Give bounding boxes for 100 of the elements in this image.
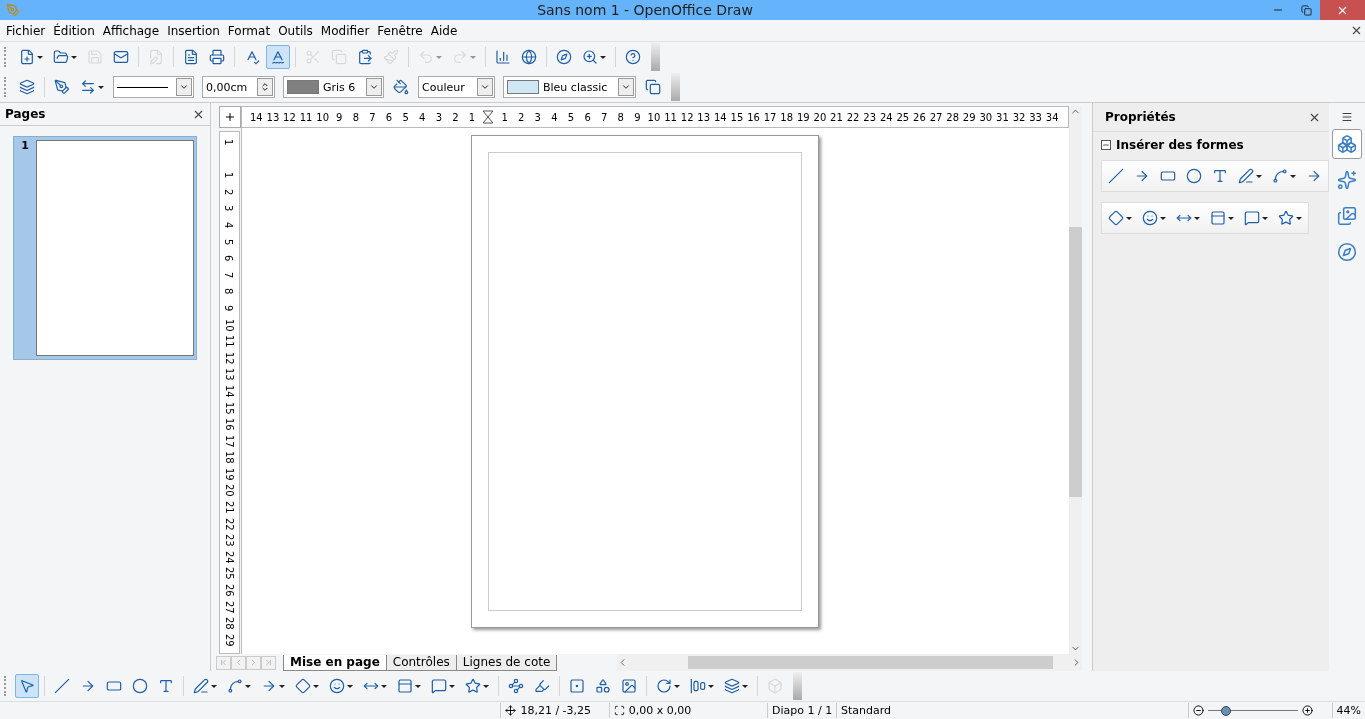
chevron-icon (480, 82, 490, 92)
chevron-icon (621, 82, 631, 92)
deck-tab[interactable] (1332, 129, 1362, 159)
layer-tab[interactable]: Mise en page (283, 654, 387, 671)
caret-icon (1126, 216, 1132, 220)
collapse-toggle[interactable] (1101, 140, 1111, 150)
sidebar-title: Propriétés (1105, 110, 1177, 124)
ruler-number: 30 (978, 111, 994, 123)
caret-icon (1290, 174, 1296, 178)
section-title: Insérer des formes (1116, 138, 1244, 152)
caret-icon (211, 684, 217, 688)
close-document-button[interactable] (1350, 24, 1363, 37)
caret-icon (245, 684, 251, 688)
crosshair-icon (224, 111, 236, 123)
caret-icon (674, 684, 680, 688)
layer-tab[interactable]: Contrôles (385, 654, 457, 671)
ruler-number: 23 (223, 534, 236, 547)
ruler-number: 22 (845, 111, 861, 123)
paint-bucket-icon (393, 79, 409, 95)
star-icon (1278, 210, 1294, 226)
ruler-number: 4 (418, 111, 427, 123)
ruler-number: 25 (223, 567, 236, 581)
scroll-thumb[interactable] (688, 656, 1054, 669)
ruler-number: 2 (451, 111, 460, 123)
line-width-field[interactable]: 0,00cm (202, 76, 275, 98)
ruler-number: 25 (895, 111, 911, 123)
toolbar-overflow-handle[interactable] (671, 73, 680, 101)
caret-icon (37, 55, 43, 59)
layer-tab[interactable]: Lignes de cote (455, 654, 558, 671)
scroll-thumb[interactable] (1069, 227, 1082, 497)
caret-icon (1296, 216, 1302, 220)
page-number: 1 (20, 138, 30, 154)
ruler-number: 12 (223, 351, 236, 365)
toolbar-overflow-handle[interactable] (793, 672, 802, 700)
ruler-number: 9 (335, 111, 344, 123)
menu-item[interactable]: Outils (274, 23, 317, 38)
line-style-select[interactable] (113, 76, 194, 98)
size-text: 0,00 x 0,00 (628, 704, 692, 717)
ruler-number: 26 (223, 583, 236, 597)
ruler-number: 10 (223, 318, 236, 332)
ruler-number: 18 (779, 111, 795, 123)
gallery-icon (1337, 170, 1357, 190)
zoom-in-icon (1302, 705, 1314, 716)
ruler-number: 15 (223, 401, 236, 415)
menu-item[interactable]: Édition (49, 23, 99, 38)
zoom-thumb[interactable] (1221, 705, 1232, 716)
caret-icon (600, 55, 606, 59)
size-icon (613, 705, 625, 716)
ruler-number: 5 (223, 238, 236, 246)
ruler-number: 24 (223, 550, 236, 564)
line-color-select[interactable]: Gris 6 (283, 76, 384, 98)
pencil-curve-icon (1238, 168, 1254, 184)
ruler-number: 16 (746, 111, 761, 123)
area-color-select[interactable]: Bleu classic (503, 76, 636, 98)
line-icon (1108, 168, 1124, 184)
ruler-number: 8 (351, 111, 361, 123)
menu-item[interactable]: Format (223, 23, 275, 38)
menu-item[interactable]: Aide (426, 23, 462, 38)
ruler-number: 1 (467, 111, 477, 123)
ruler-number: 26 (912, 111, 927, 123)
caret-icon (381, 684, 387, 688)
caret-icon (742, 684, 748, 688)
caret-icon (1194, 216, 1200, 220)
sidebar-menu-button[interactable] (1341, 111, 1353, 123)
ruler-number: 13 (696, 111, 712, 123)
menu-item[interactable]: Insertion (163, 23, 224, 38)
ruler-number: 2 (223, 188, 236, 196)
toolbar-overflow-handle[interactable] (651, 43, 660, 71)
ruler-number: 13 (265, 111, 281, 123)
area-style-select[interactable]: Couleur (418, 76, 495, 98)
ruler-number: 19 (223, 467, 236, 481)
first-icon (219, 658, 228, 667)
ruler-number: 14 (223, 384, 236, 398)
callout-icon (1244, 210, 1260, 226)
ruler-number: 11 (298, 111, 314, 123)
caret-icon (1160, 216, 1166, 220)
menu-item[interactable]: Fenêtre (373, 23, 427, 38)
ruler-number: 21 (829, 111, 844, 123)
spinner-icon (260, 82, 270, 92)
compass-icon (1337, 242, 1357, 262)
ruler-number: 29 (961, 111, 977, 123)
caret-icon (313, 684, 319, 688)
ruler-number: 7 (223, 271, 236, 279)
caret-icon (449, 684, 455, 688)
picture-icon (1337, 206, 1357, 226)
ruler-number: 29 (223, 633, 236, 647)
layout-text: Standard (841, 704, 892, 717)
menu-item[interactable]: Modifier (316, 23, 374, 38)
ruler-number: 12 (282, 111, 297, 123)
caret-icon (1228, 216, 1234, 220)
page-thumbnail[interactable]: 1 (13, 136, 197, 360)
caret-icon (279, 684, 285, 688)
toolbar-grip (4, 676, 9, 696)
menu-item[interactable]: Fichier (2, 23, 50, 38)
previous-icon (234, 658, 243, 667)
ruler-number: 19 (795, 111, 811, 123)
caret-icon (98, 85, 104, 89)
caret-icon (1262, 216, 1268, 220)
menu-item[interactable]: Affichage (98, 23, 164, 38)
zoom-text: 44% (1336, 704, 1361, 717)
